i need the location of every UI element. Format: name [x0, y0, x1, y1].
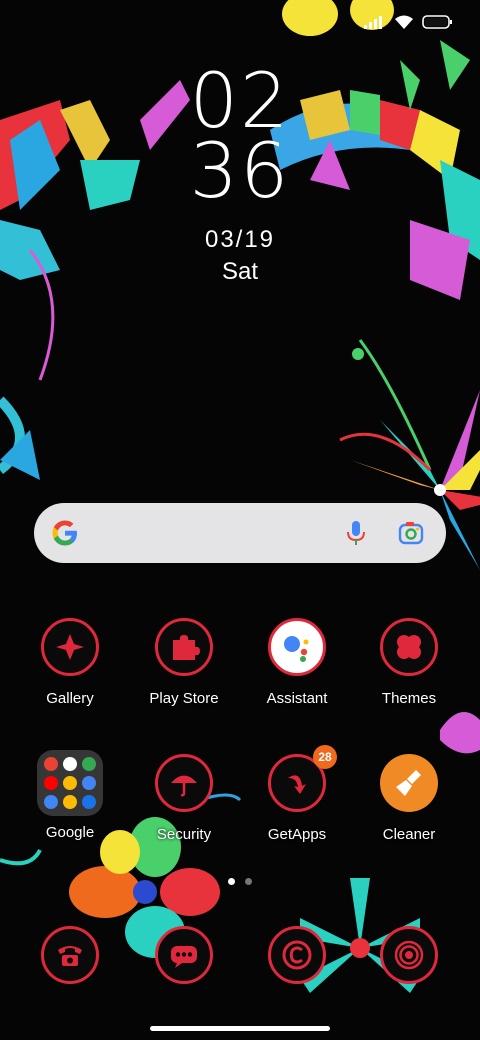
clover-icon	[380, 618, 438, 676]
app-label: Security	[156, 826, 212, 843]
gallery-icon	[41, 618, 99, 676]
browser-icon	[268, 926, 326, 984]
app-getapps[interactable]: 28 GetApps	[237, 745, 357, 843]
broom-icon	[380, 754, 438, 812]
app-label: Google	[45, 824, 95, 841]
dock-phone[interactable]	[10, 926, 130, 984]
lockscreen-clock: 02 36 03/19 Sat	[0, 63, 480, 286]
phone-icon	[41, 926, 99, 984]
clock-minutes: 36	[189, 126, 291, 215]
status-bar	[364, 14, 452, 30]
app-themes[interactable]: Themes	[349, 618, 469, 707]
folder-icon	[37, 750, 103, 816]
puzzle-icon	[155, 618, 213, 676]
camera-icon	[380, 926, 438, 984]
clock-day: Sat	[221, 258, 259, 285]
app-play-store[interactable]: Play Store	[124, 618, 244, 707]
app-label: Themes	[381, 690, 437, 707]
messages-icon	[155, 926, 213, 984]
page-indicator[interactable]	[0, 878, 480, 885]
app-google-folder[interactable]: Google	[10, 750, 130, 841]
battery-icon	[422, 15, 452, 29]
google-g-icon	[52, 520, 77, 546]
mic-icon[interactable]	[346, 519, 366, 547]
umbrella-icon	[155, 754, 213, 812]
notification-badge: 28	[313, 745, 337, 769]
gesture-navigation-bar[interactable]	[150, 1026, 330, 1031]
app-gallery[interactable]: Gallery	[10, 618, 130, 707]
assistant-icon	[268, 618, 326, 676]
app-assistant[interactable]: Assistant	[237, 618, 357, 707]
app-label: Assistant	[266, 690, 328, 707]
dock-browser[interactable]	[237, 926, 357, 984]
getapps-icon: 28	[268, 745, 337, 812]
app-label: Play Store	[149, 690, 219, 707]
app-security[interactable]: Security	[124, 754, 244, 843]
app-cleaner[interactable]: Cleaner	[349, 754, 469, 843]
page-dot-active[interactable]	[228, 878, 235, 885]
app-label: GetApps	[267, 826, 327, 843]
dock-camera[interactable]	[349, 926, 469, 984]
app-label: Cleaner	[382, 826, 436, 843]
app-label: Gallery	[46, 690, 94, 707]
clock-date: 03/19	[204, 226, 276, 253]
signal-icon	[364, 16, 382, 29]
page-dot[interactable]	[245, 878, 252, 885]
lens-icon[interactable]	[398, 521, 424, 545]
dock-messages[interactable]	[124, 926, 244, 984]
google-search-widget[interactable]	[34, 503, 446, 563]
wifi-icon	[395, 15, 413, 29]
